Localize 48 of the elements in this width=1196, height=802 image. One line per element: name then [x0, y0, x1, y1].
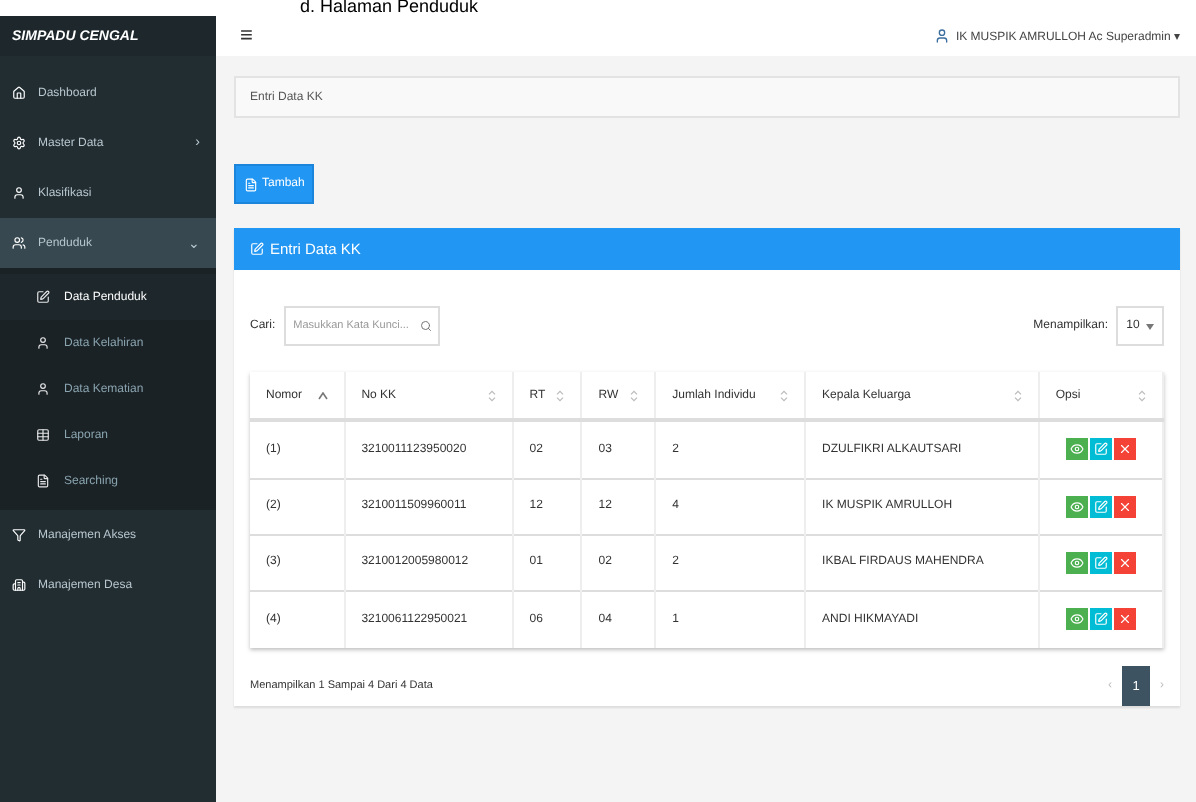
- view-button[interactable]: [1065, 551, 1088, 573]
- user-avatar-icon: [933, 28, 950, 44]
- delete-button[interactable]: [1113, 608, 1136, 631]
- edit-icon: [1093, 499, 1108, 513]
- view-icon: [1069, 612, 1084, 627]
- caret-icon: [1145, 323, 1154, 329]
- sort-icon[interactable]: [487, 389, 496, 401]
- sort-icon[interactable]: [1013, 389, 1022, 401]
- view-button[interactable]: [1065, 438, 1088, 461]
- filter-icon: [12, 528, 26, 542]
- edit-button[interactable]: [1089, 551, 1112, 573]
- view-icon: [1069, 499, 1084, 513]
- view-icon: [1069, 442, 1084, 457]
- home-icon: [12, 86, 26, 100]
- document-icon: [244, 177, 258, 191]
- view-button[interactable]: [1065, 495, 1088, 517]
- close-icon: [1117, 555, 1132, 569]
- sort-icon[interactable]: [556, 389, 565, 401]
- sort-icon[interactable]: [1138, 389, 1146, 401]
- delete-button[interactable]: [1113, 438, 1136, 461]
- person-icon: [12, 186, 26, 200]
- gear-icon: [12, 136, 26, 150]
- person-icon: [36, 336, 50, 350]
- table-icon: [36, 428, 50, 442]
- edit-button[interactable]: [1089, 608, 1112, 631]
- delete-button[interactable]: [1113, 551, 1136, 573]
- sort-icon[interactable]: [630, 389, 639, 401]
- view-button[interactable]: [1065, 608, 1088, 631]
- delete-button[interactable]: [1113, 495, 1136, 517]
- edit-icon: [1093, 612, 1108, 627]
- edit-icon: [36, 290, 50, 304]
- document-icon: [36, 474, 50, 488]
- view-icon: [1069, 555, 1084, 569]
- person-icon: [36, 382, 50, 396]
- close-icon: [1117, 612, 1132, 627]
- edit-button[interactable]: [1089, 495, 1112, 517]
- search-icon: [419, 320, 432, 332]
- sort-ascending-icon[interactable]: [317, 391, 328, 399]
- building-icon: [12, 578, 26, 592]
- sort-icon[interactable]: [780, 389, 789, 401]
- edit-icon: [1093, 442, 1108, 457]
- people-icon: [12, 236, 26, 250]
- edit-button[interactable]: [1089, 438, 1112, 461]
- edit-icon: [250, 242, 264, 256]
- close-icon: [1117, 442, 1132, 457]
- menu-icon[interactable]: ≡: [240, 24, 253, 48]
- edit-icon: [1093, 555, 1108, 569]
- close-icon: [1117, 499, 1132, 513]
